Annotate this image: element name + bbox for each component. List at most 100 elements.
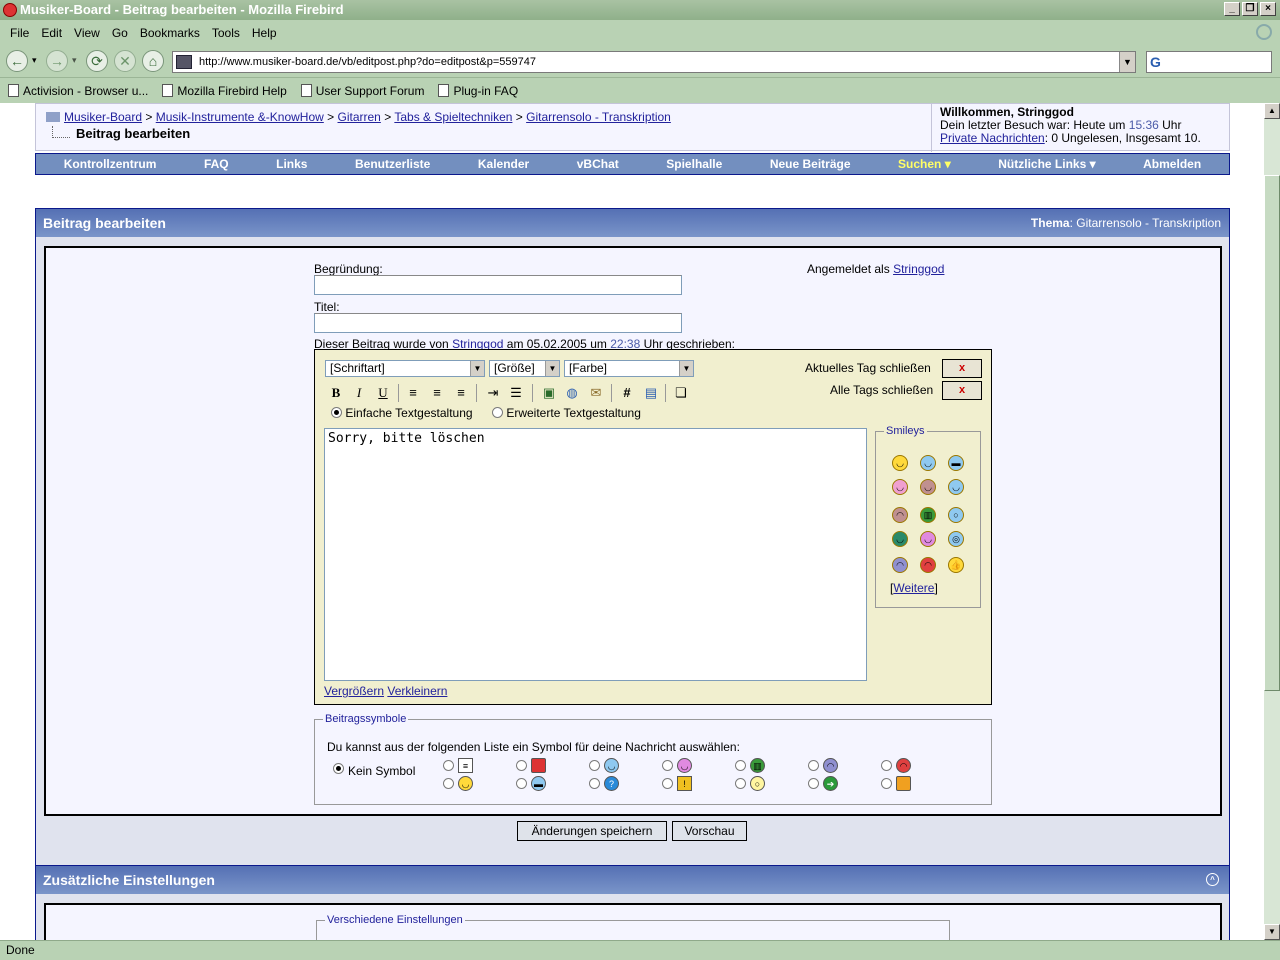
bookmark-item[interactable]: Mozilla Firebird Help — [162, 84, 287, 98]
close-all-tags-button[interactable]: x — [942, 381, 982, 400]
frown-smiley-icon[interactable]: ◠ — [892, 557, 908, 573]
forward-dropdown-icon[interactable]: ▾ — [72, 55, 77, 66]
bookmark-item[interactable]: Activision - Browser u... — [8, 84, 148, 98]
url-dropdown-icon[interactable]: ▼ — [1119, 52, 1135, 72]
forward-button[interactable]: → — [46, 50, 68, 72]
align-left-icon[interactable]: ≡ — [403, 384, 423, 402]
symbol-option[interactable] — [881, 776, 911, 791]
breadcrumb-link[interactable]: Musiker-Board — [64, 110, 142, 124]
private-messages-link[interactable]: Private Nachrichten — [940, 131, 1045, 145]
scroll-up-icon[interactable]: ▲ — [1264, 103, 1280, 119]
reason-input[interactable] — [314, 275, 682, 295]
breadcrumb-link[interactable]: Tabs & Spieltechniken — [394, 110, 512, 124]
nav-suchen[interactable]: Suchen ▾ — [898, 157, 951, 171]
collapse-icon[interactable]: ^ — [1206, 873, 1219, 886]
home-button[interactable]: ⌂ — [142, 50, 164, 72]
enlarge-link[interactable]: Vergrößern — [324, 684, 384, 698]
vertical-scrollbar[interactable]: ▲ ▼ — [1264, 103, 1280, 940]
mode-advanced-option[interactable]: Erweiterte Textgestaltung — [492, 406, 641, 420]
back-dropdown-icon[interactable]: ▾ — [32, 55, 37, 66]
maximize-button[interactable]: ❐ — [1242, 2, 1258, 16]
redface-smiley-icon[interactable]: ◡ — [920, 531, 936, 547]
breadcrumb-link[interactable]: Gitarrensolo - Transkription — [526, 110, 671, 124]
nav-nuetzliche-links[interactable]: Nützliche Links ▾ — [998, 157, 1095, 171]
menu-edit[interactable]: Edit — [35, 26, 68, 40]
rolleyes-smiley-icon[interactable]: ◡ — [892, 531, 908, 547]
email-icon[interactable]: ✉ — [586, 384, 606, 402]
message-textarea[interactable]: Sorry, bitte löschen — [324, 428, 867, 681]
close-window-button[interactable]: × — [1260, 2, 1276, 16]
symbol-none-option[interactable]: Kein Symbol — [333, 758, 415, 778]
search-box[interactable]: G — [1146, 51, 1272, 73]
angry-smiley-icon[interactable]: ◠ — [920, 557, 936, 573]
font-select[interactable]: [Schriftart] ▼ — [325, 360, 485, 377]
menu-help[interactable]: Help — [246, 26, 283, 40]
symbol-option[interactable]: ≡ — [443, 758, 473, 773]
nav-spielhalle[interactable]: Spielhalle — [666, 157, 722, 171]
thumbsup-smiley-icon[interactable]: 👍 — [948, 557, 964, 573]
align-center-icon[interactable]: ≡ — [427, 384, 447, 402]
breadcrumb-link[interactable]: Musik-Instrumente &-KnowHow — [156, 110, 324, 124]
close-current-tag-button[interactable]: x — [942, 359, 982, 378]
underline-button[interactable]: U — [373, 384, 393, 402]
symbol-option[interactable]: ◡ — [589, 758, 619, 773]
shrink-link[interactable]: Verkleinern — [387, 684, 447, 698]
indent-icon[interactable]: ⇥ — [483, 384, 503, 402]
nav-neue-beitraege[interactable]: Neue Beiträge — [770, 157, 851, 171]
bold-button[interactable]: B — [326, 384, 346, 402]
nav-kontrollzentrum[interactable]: Kontrollzentrum — [64, 157, 157, 171]
smile-icon[interactable]: ◡ — [892, 455, 908, 471]
save-changes-button[interactable]: Änderungen speichern — [517, 821, 667, 841]
breadcrumb-link[interactable]: Gitarren — [338, 110, 381, 124]
preview-button[interactable]: Vorschau — [672, 821, 747, 841]
image-icon[interactable]: ▣ — [539, 384, 559, 402]
scroll-down-icon[interactable]: ▼ — [1264, 924, 1280, 940]
size-select[interactable]: [Größe] ▼ — [489, 360, 560, 377]
color-select[interactable]: [Farbe] ▼ — [564, 360, 694, 377]
tongue-smiley-icon[interactable]: ◡ — [892, 479, 908, 495]
wink-smiley-icon[interactable]: ◡ — [948, 479, 964, 495]
link-icon[interactable]: ◍ — [562, 384, 582, 402]
nav-faq[interactable]: FAQ — [204, 157, 229, 171]
code-hash-icon[interactable]: # — [617, 384, 637, 402]
symbol-option[interactable]: ! — [662, 776, 692, 791]
mode-simple-option[interactable]: Einfache Textgestaltung — [331, 406, 473, 420]
symbol-option[interactable]: ➔ — [808, 776, 838, 791]
symbol-option[interactable]: ◡ — [662, 758, 692, 773]
list-icon[interactable]: ☰ — [506, 384, 526, 402]
symbol-option[interactable]: ○ — [735, 776, 765, 791]
nav-vbchat[interactable]: vBChat — [577, 157, 619, 171]
align-right-icon[interactable]: ≡ — [451, 384, 471, 402]
stop-button[interactable]: ✕ — [114, 50, 136, 72]
symbol-option[interactable]: ◠ — [808, 758, 838, 773]
menu-bookmarks[interactable]: Bookmarks — [134, 26, 206, 40]
nav-benutzerliste[interactable]: Benutzerliste — [355, 157, 430, 171]
symbol-option[interactable] — [516, 758, 546, 773]
quote-icon[interactable]: ❏ — [671, 384, 691, 402]
symbol-option[interactable]: ? — [589, 776, 619, 791]
reload-button[interactable]: ⟳ — [86, 50, 108, 72]
title-input[interactable] — [314, 313, 682, 333]
nav-kalender[interactable]: Kalender — [478, 157, 529, 171]
symbol-option[interactable]: ▬ — [516, 776, 546, 791]
confused-smiley-icon[interactable]: ◡ — [920, 455, 936, 471]
php-code-icon[interactable]: ▤ — [641, 384, 661, 402]
scroll-thumb[interactable] — [1264, 175, 1280, 691]
cool-smiley-icon[interactable]: ▬ — [948, 455, 964, 471]
menu-file[interactable]: File — [4, 26, 35, 40]
menu-view[interactable]: View — [68, 26, 106, 40]
url-bar[interactable]: http://www.musiker-board.de/vb/editpost.… — [172, 51, 1136, 73]
bookmark-item[interactable]: User Support Forum — [300, 84, 424, 98]
eek-smiley-icon[interactable]: ◎ — [948, 531, 964, 547]
menu-tools[interactable]: Tools — [206, 26, 246, 40]
minimize-button[interactable]: _ — [1224, 2, 1240, 16]
more-smileys-link[interactable]: Weitere — [893, 581, 934, 595]
nav-links[interactable]: Links — [276, 157, 307, 171]
italic-button[interactable]: I — [349, 384, 369, 402]
shocked-smiley-icon[interactable]: ○ — [948, 507, 964, 523]
username-link[interactable]: Stringgod — [893, 262, 944, 276]
nav-abmelden[interactable]: Abmelden — [1143, 157, 1201, 171]
menu-go[interactable]: Go — [106, 26, 134, 40]
evil-smiley-icon[interactable]: ◡ — [920, 479, 936, 495]
bookmark-item[interactable]: Plug-in FAQ — [438, 84, 518, 98]
